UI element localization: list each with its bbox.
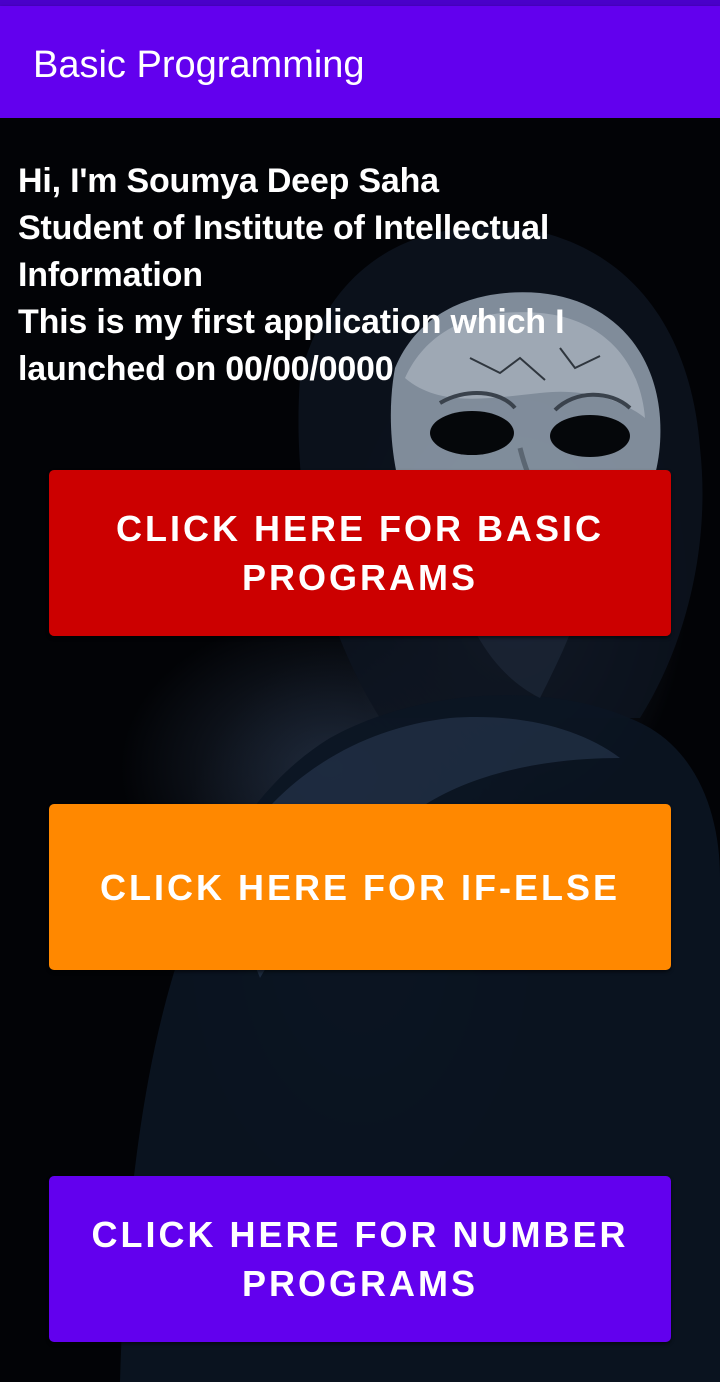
basic-programs-button[interactable]: CLICK HERE FOR BASIC PROGRAMS [49,470,671,636]
app-bar: Basic Programming [0,6,720,118]
main-content: Hi, I'm Soumya Deep Saha Student of Inst… [0,118,720,1382]
intro-text: Hi, I'm Soumya Deep Saha Student of Inst… [18,158,698,393]
app-title: Basic Programming [33,44,365,86]
intro-line: Student of Institute of Intellectual [18,209,550,247]
intro-line: This is my first application which I [18,303,565,341]
intro-line: Information [18,256,203,294]
intro-line: launched on 00/00/0000 [18,350,394,388]
intro-line: Hi, I'm Soumya Deep Saha [18,162,439,200]
number-programs-button[interactable]: CLICK HERE FOR NUMBER PROGRAMS [49,1176,671,1342]
if-else-button[interactable]: CLICK HERE FOR IF-ELSE [49,804,671,970]
